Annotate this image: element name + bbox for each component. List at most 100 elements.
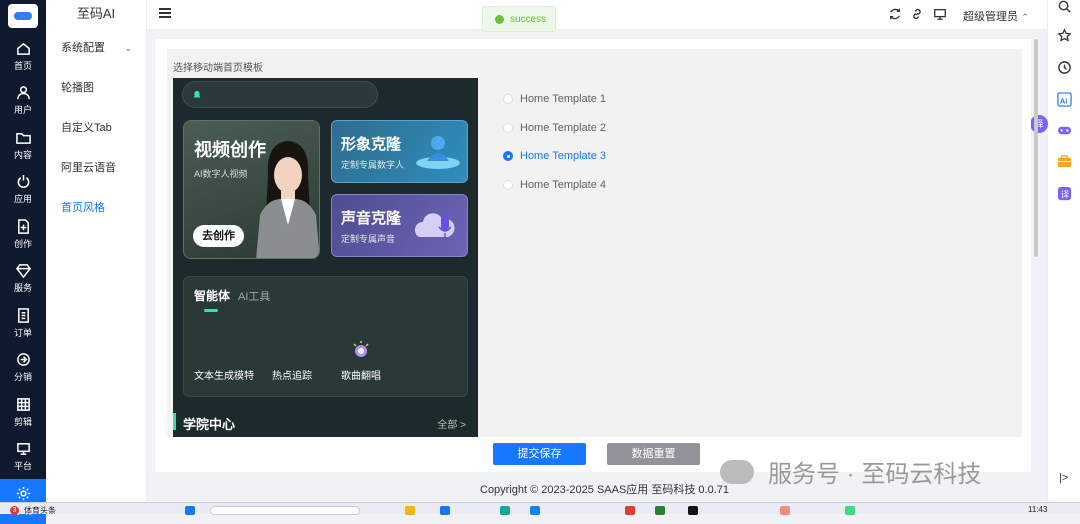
rail-item-label: 用户 (13, 105, 32, 116)
taskbar-clock: 11:43 (1028, 505, 1048, 514)
star-icon[interactable] (1057, 28, 1072, 43)
user-name: 超级管理员 (963, 11, 1018, 23)
preview-tab-agent: 智能体 (194, 289, 231, 303)
left-rail: 首页用户内容应用创作服务订单分销剪辑平台系统 (0, 0, 46, 524)
history-icon[interactable] (1057, 60, 1072, 75)
search-icon[interactable] (1057, 0, 1072, 14)
template-radio-2[interactable]: Home Template 2 (503, 114, 606, 143)
watermark: 服务号 · 至码云科技 (720, 454, 981, 489)
preview-avatar-clone-card: 形象克隆 定制专属数字人 (331, 120, 468, 183)
rail-item-label: 分销 (13, 372, 32, 383)
mobile-preview: 视频创作 AI数字人视频 去创作 形象克隆 定制专属数字人 声音克隆 定制专属声 (173, 78, 478, 437)
os-taskbar: 3 体育头条 11:43 (0, 502, 1080, 516)
rail-item[interactable]: 首页 (0, 34, 46, 79)
rail-item-label: 创作 (13, 238, 32, 249)
avatar-person-icon (256, 141, 319, 258)
toast-text: success (510, 13, 547, 25)
preview-all-label: 全部 (437, 420, 458, 431)
template-label: Home Template 4 (520, 178, 607, 191)
power-icon (17, 175, 29, 189)
preview-card2-sub: 定制专属声音 (341, 234, 396, 244)
submenu-item-system-config[interactable]: 系统配置 ⌄ (46, 28, 146, 68)
rail-item[interactable]: 订单 (0, 301, 46, 346)
save-button[interactable]: 提交保存 (493, 443, 586, 465)
menu-toggle-icon[interactable] (159, 8, 171, 20)
main-panel: 选择移动端首页模板 视频创作 AI数字人视频 去创作 形象克隆 定制专属数字人 … (155, 39, 1038, 472)
chevron-down-icon: ⌄ (124, 43, 132, 53)
radio-circle (503, 179, 513, 190)
app-logo[interactable] (8, 4, 38, 28)
rail-item[interactable]: 创作 (0, 212, 46, 257)
digital-human-icon (416, 136, 460, 169)
svg-text:译: 译 (1061, 189, 1070, 199)
rail-item[interactable]: 服务 (0, 257, 46, 302)
plus-doc-icon (17, 218, 29, 234)
preview-card1-title: 形象克隆 (341, 136, 402, 153)
preview-create-button: 去创作 (193, 225, 244, 247)
wechat-icon (720, 459, 754, 484)
toolbox-icon[interactable] (1057, 154, 1072, 169)
submenu-item-label: 系统配置 (61, 42, 105, 54)
template-label: Home Template 1 (520, 93, 607, 106)
user-icon (16, 86, 30, 100)
monitor-icon[interactable] (933, 7, 947, 21)
submenu: 至码AI 系统配置 ⌄ 轮播图 自定义Tab 阿里云语音 首页风格 (46, 0, 147, 502)
receipt-icon (17, 307, 29, 323)
chevron-up-icon: ⌃ (1021, 12, 1029, 22)
translate-float-button[interactable]: 译 (1030, 115, 1048, 133)
radio-circle (503, 122, 513, 133)
share-icon (16, 353, 30, 367)
monitor-icon (16, 443, 30, 456)
submenu-item-aliyun-voice[interactable]: 阿里云语音 (46, 148, 146, 188)
bell-icon (193, 90, 201, 99)
logo-mark (14, 12, 32, 20)
refresh-icon[interactable] (888, 7, 902, 21)
ai-icon[interactable]: Ai (1057, 92, 1072, 107)
preview-voice-clone-card: 声音克隆 定制专属声音 (331, 194, 468, 257)
collapse-sidebar-icon[interactable]: |> (1059, 472, 1068, 484)
preview-agent-item: 热点追踪 (272, 371, 312, 382)
preview-agent-item: 文本生成模特 (194, 371, 254, 382)
rail-item[interactable]: 剪辑 (0, 390, 46, 435)
preview-agent-panel: 智能体 AI工具 文本生成模特 热点追踪 歌曲翻唱 (183, 276, 468, 397)
submenu-item-carousel[interactable]: 轮播图 (46, 68, 146, 108)
rail-item[interactable]: 应用 (0, 168, 46, 213)
rail-item-label: 服务 (13, 283, 32, 294)
preview-tab-underline (204, 309, 218, 312)
translate-icon[interactable]: 译 (1057, 186, 1072, 201)
radio-circle-checked (503, 151, 513, 162)
folder-icon (15, 132, 31, 144)
cloud-mic-icon (414, 213, 455, 239)
preview-agent-item: 歌曲翻唱 (341, 371, 381, 382)
svg-text:Ai: Ai (1060, 96, 1068, 105)
template-radio-4[interactable]: Home Template 4 (503, 171, 606, 200)
preview-tab-ai-tools: AI工具 (238, 291, 271, 303)
user-menu[interactable]: 超级管理员 ⌃ (963, 8, 1029, 24)
check-circle-icon (495, 14, 504, 24)
rail-item[interactable]: 用户 (0, 79, 46, 124)
link-icon[interactable] (910, 7, 924, 21)
copyright-footer: Copyright © 2023-2025 SAAS应用 至码科技 0.0.71 (480, 484, 729, 496)
preview-academy-row: 学院中心 全部 > (173, 411, 478, 437)
success-toast: success (482, 6, 556, 32)
rail-item[interactable]: 平台 (0, 435, 46, 480)
rail-item[interactable]: 分销 (0, 346, 46, 391)
taskbar-news[interactable]: 体育头条 (24, 505, 56, 516)
preview-card2-title: 声音克隆 (341, 210, 402, 227)
academy-accent-bar (173, 413, 176, 430)
template-radio-3[interactable]: Home Template 3 (503, 142, 606, 171)
diamond-icon (15, 264, 31, 279)
template-radio-1[interactable]: Home Template 1 (503, 85, 606, 114)
grid-icon (16, 397, 30, 411)
right-toolbar: Ai 译 |> (1047, 0, 1080, 502)
gamepad-icon[interactable] (1057, 123, 1072, 138)
rail-item[interactable]: 内容 (0, 123, 46, 168)
vertical-scrollbar[interactable] (1034, 39, 1038, 257)
watermark-text: 服务号 · 至码云科技 (768, 461, 982, 488)
reset-button[interactable]: 数据重置 (607, 443, 700, 465)
submenu-item-custom-tab[interactable]: 自定义Tab (46, 108, 146, 148)
preview-search-bar (182, 81, 378, 108)
submenu-title: 至码AI (76, 6, 116, 21)
preview-hero-sub: AI数字人视频 (194, 169, 248, 179)
submenu-item-home-style[interactable]: 首页风格 (46, 188, 146, 228)
